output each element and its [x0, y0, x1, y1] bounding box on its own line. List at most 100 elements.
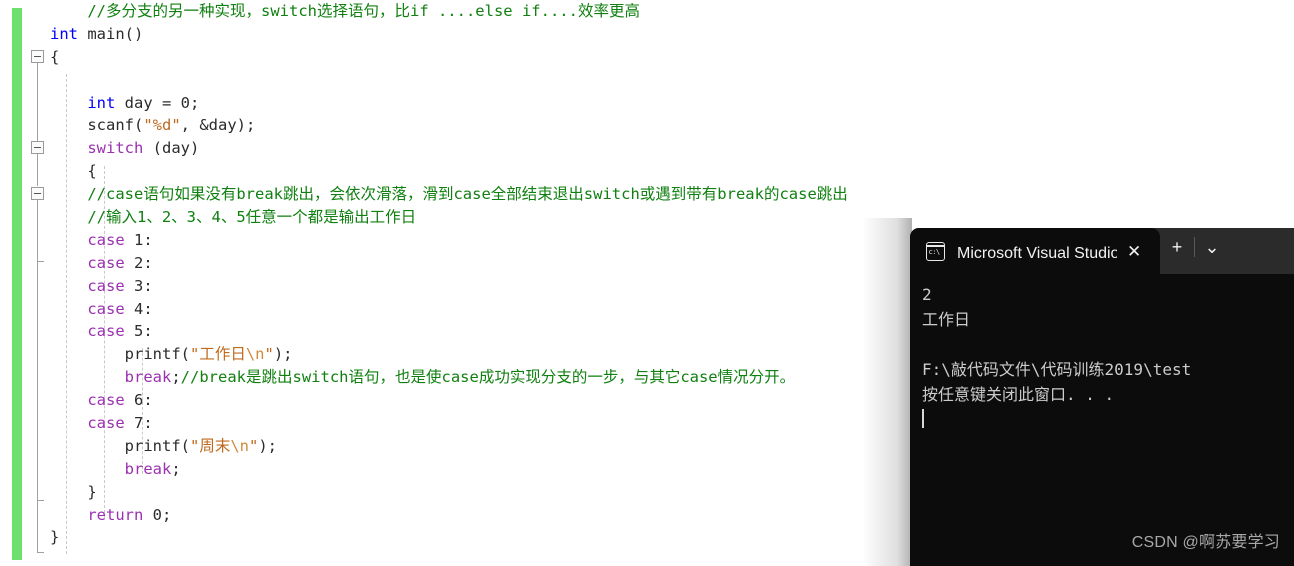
- code-token-ctl: case: [87, 253, 125, 272]
- code-token-num: 0: [152, 505, 163, 524]
- code-line[interactable]: {: [50, 46, 1294, 69]
- code-token-num: 7: [134, 414, 144, 433]
- code-token-brace: }: [50, 528, 60, 547]
- code-token-ctl: return: [87, 505, 144, 524]
- terminal-tab[interactable]: Microsoft Visual Studio 调试控 ✕: [910, 228, 1160, 274]
- console-output[interactable]: 2 工作日 F:\敲代码文件\代码训练2019\test 按任意键关闭此窗口. . …: [910, 274, 1294, 566]
- code-token-str: "工作日: [189, 345, 246, 364]
- console-line: F:\敲代码文件\代码训练2019\test: [922, 360, 1192, 379]
- code-token-esc: \n: [245, 345, 265, 364]
- code-token-str: ": [264, 345, 274, 364]
- fold-range-end: [37, 261, 44, 262]
- code-line[interactable]: scanf("%d", &day);: [50, 114, 1294, 137]
- code-token-plain: printf(: [124, 345, 190, 364]
- code-token-cmt: //多分支的另一种实现，switch选择语句，比if ....else if..…: [87, 2, 640, 20]
- outlining-column[interactable]: [0, 0, 50, 566]
- new-tab-button[interactable]: +: [1160, 238, 1194, 256]
- fold-toggle-switch-body[interactable]: [31, 187, 44, 200]
- code-line[interactable]: {: [50, 160, 1294, 183]
- code-token-kw: int: [50, 24, 78, 43]
- fold-range-end: [37, 552, 44, 553]
- code-line[interactable]: int main(): [50, 23, 1294, 46]
- code-token-str: ": [249, 436, 259, 455]
- code-token-str: "%d": [143, 116, 181, 135]
- code-line[interactable]: //多分支的另一种实现，switch选择语句，比if ....else if..…: [50, 0, 1294, 23]
- code-token-ctl: case: [87, 414, 125, 433]
- terminal-tab-title: Microsoft Visual Studio 调试控: [957, 245, 1117, 262]
- code-token-num: 6: [134, 391, 144, 410]
- code-token-plain: :: [143, 230, 153, 249]
- code-token-plain: , &day);: [180, 116, 256, 135]
- code-token-cmt: //输入1、2、3、4、5任意一个都是输出工作日: [87, 208, 417, 227]
- code-token-plain: printf(: [124, 436, 190, 455]
- code-token-plain: (day): [143, 139, 200, 158]
- console-titlebar[interactable]: Microsoft Visual Studio 调试控 ✕ + ⌄: [910, 228, 1294, 274]
- console-line: 工作日: [922, 310, 971, 329]
- code-token-cmt: //break是跳出switch语句，也是使case成功实现分支的一步，与其它c…: [180, 368, 796, 387]
- fold-guide-line: [37, 500, 38, 552]
- code-token-plain: );: [258, 436, 278, 455]
- chevron-down-icon[interactable]: ⌄: [1195, 238, 1229, 256]
- code-line[interactable]: int day = 0;: [50, 92, 1294, 115]
- code-token-kw: int: [87, 93, 116, 112]
- code-token-ctl: case: [87, 322, 125, 341]
- code-token-plain: day =: [115, 93, 181, 112]
- code-token-ctl: switch: [87, 139, 144, 158]
- code-token-cmt: //case语句如果没有break跳出，会依次滑落，滑到case全部结束退出sw…: [87, 185, 848, 204]
- code-token-ctl: case: [87, 276, 125, 295]
- code-line[interactable]: //case语句如果没有break跳出，会依次滑落，滑到case全部结束退出sw…: [50, 183, 1294, 206]
- fold-toggle-switch[interactable]: [31, 141, 44, 154]
- code-token-ctl: break: [124, 459, 172, 478]
- text-cursor: [922, 409, 924, 428]
- code-token-ctl: case: [87, 299, 125, 318]
- csdn-watermark: CSDN @啊苏要学习: [1131, 534, 1280, 551]
- console-line: 按任意键关闭此窗口. . .: [922, 385, 1115, 404]
- terminal-icon: [926, 241, 945, 261]
- code-token-plain: :: [143, 414, 153, 433]
- code-line[interactable]: switch (day): [50, 137, 1294, 160]
- code-token-plain: :: [143, 391, 153, 410]
- code-token-num: 4: [134, 299, 144, 318]
- code-token-num: 5: [134, 322, 144, 341]
- fold-guide-line: [37, 261, 38, 500]
- code-token-num: 0: [180, 93, 190, 112]
- code-token-str: "周末: [189, 436, 231, 455]
- code-token-ctl: case: [87, 391, 125, 410]
- close-icon[interactable]: ✕: [1121, 239, 1147, 264]
- code-token-num: 2: [134, 253, 144, 272]
- fold-toggle-main[interactable]: [31, 50, 44, 63]
- code-token-plain: scanf(: [87, 116, 144, 135]
- code-token-num: 3: [134, 276, 144, 295]
- code-line[interactable]: //输入1、2、3、4、5任意一个都是输出工作日: [50, 206, 1294, 229]
- code-line[interactable]: [50, 69, 1294, 92]
- code-token-plain: :: [143, 276, 153, 295]
- code-token-plain: ;: [171, 459, 181, 478]
- console-window[interactable]: Microsoft Visual Studio 调试控 ✕ + ⌄ 2 工作日 F…: [910, 228, 1294, 566]
